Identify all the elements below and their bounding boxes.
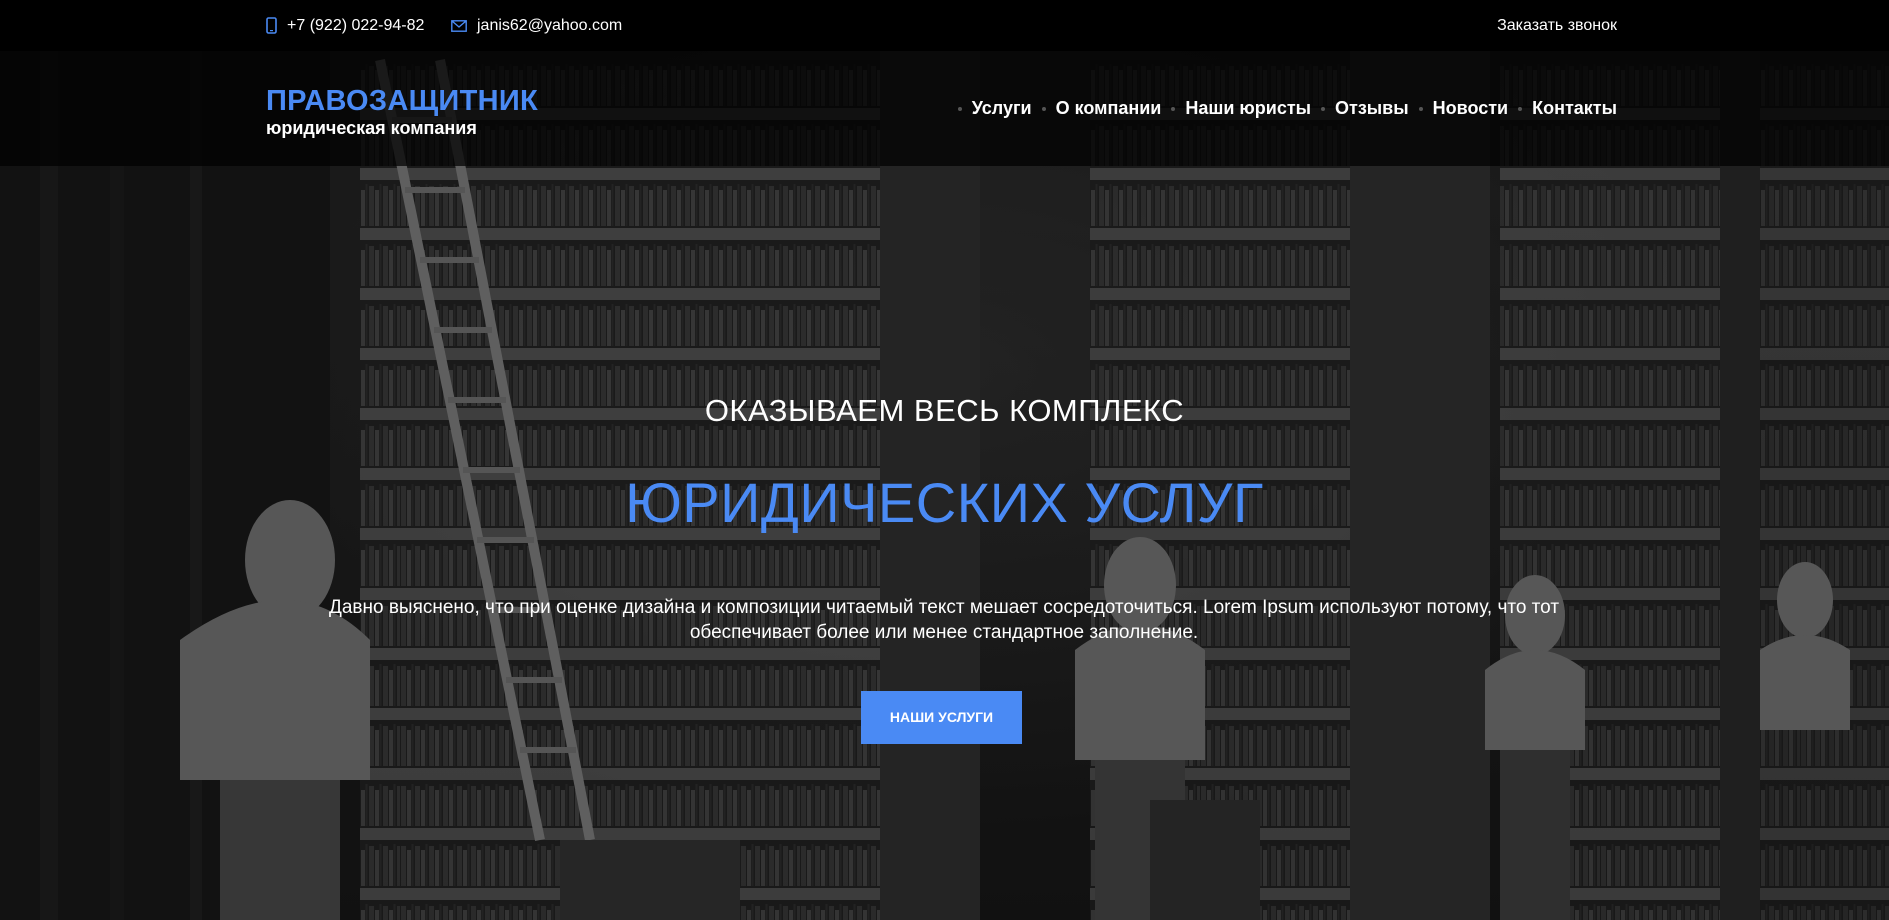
- our-services-button[interactable]: НАШИ УСЛУГИ: [861, 691, 1022, 744]
- hero-description: Давно выяснено, что при оценке дизайна и…: [328, 597, 1560, 643]
- site-header: ПРАВОЗАЩИТНИК юридическая компания Услуг…: [0, 51, 1889, 166]
- nav-separator: [1418, 106, 1423, 111]
- nav-item-reviews[interactable]: Отзывы: [1335, 98, 1409, 119]
- nav-separator: [1171, 106, 1176, 111]
- hero-pretitle: ОКАЗЫВАЕМ ВЕСЬ КОМПЛЕКС: [704, 393, 1185, 428]
- nav-item-news[interactable]: Новости: [1433, 98, 1508, 119]
- nav-separator: [1321, 106, 1326, 111]
- nav-item-contacts[interactable]: Контакты: [1532, 98, 1617, 119]
- nav-item-lawyers[interactable]: Наши юристы: [1185, 98, 1311, 119]
- logo-title: ПРАВОЗАЩИТНИК: [266, 85, 538, 117]
- email-address[interactable]: janis62@yahoo.com: [477, 17, 622, 35]
- phone-contact[interactable]: +7 (922) 022-94-82: [266, 0, 424, 51]
- nav-item-services[interactable]: Услуги: [972, 98, 1032, 119]
- landing-page: +7 (922) 022-94-82 janis62@yahoo.com Зак…: [0, 0, 1889, 920]
- hero-title: ЮРИДИЧЕСКИХ УСЛУГ: [625, 471, 1264, 534]
- nav-separator: [957, 106, 962, 111]
- nav-separator: [1041, 106, 1046, 111]
- top-contact-bar: +7 (922) 022-94-82 janis62@yahoo.com Зак…: [0, 0, 1889, 51]
- logo-subtitle: юридическая компания: [266, 118, 477, 138]
- email-contact[interactable]: janis62@yahoo.com: [451, 0, 622, 51]
- phone-icon: [266, 17, 277, 34]
- main-navigation: Услуги О компании Наши юристы Отзывы Нов…: [948, 51, 1617, 166]
- nav-item-about[interactable]: О компании: [1056, 98, 1162, 119]
- phone-number[interactable]: +7 (922) 022-94-82: [287, 17, 424, 35]
- envelope-icon: [451, 19, 467, 32]
- request-callback-link[interactable]: Заказать звонок: [1497, 0, 1617, 51]
- logo[interactable]: ПРАВОЗАЩИТНИК юридическая компания: [266, 85, 538, 139]
- nav-separator: [1518, 106, 1523, 111]
